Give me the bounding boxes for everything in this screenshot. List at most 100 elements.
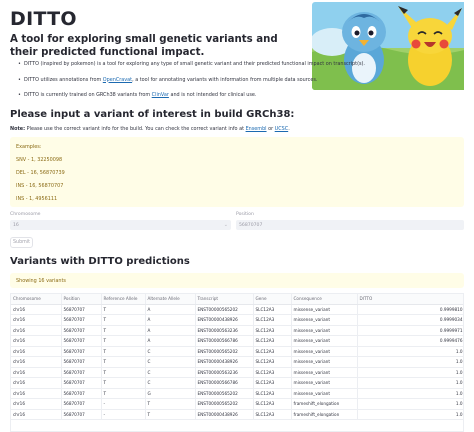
table-cell: ENST00000438926 xyxy=(195,409,254,420)
col-header-transcript[interactable]: Transcript xyxy=(195,294,254,305)
example-ins-2: INS - 1, 4956111 xyxy=(16,196,58,202)
table-cell: frameshift_elongation xyxy=(291,409,358,420)
table-cell: C xyxy=(145,367,196,378)
chromosome-select[interactable]: 16 ⌄ xyxy=(10,220,231,230)
table-cell: chr16 xyxy=(11,367,62,378)
table-cell: 1.0 xyxy=(357,356,463,368)
table-cell: T xyxy=(101,314,146,326)
table-cell: missense_variant xyxy=(291,304,358,315)
position-input[interactable]: 56870707 xyxy=(236,220,464,230)
table-cell: ENST00000566786 xyxy=(195,377,254,389)
input-heading: Please input a variant of interest in bu… xyxy=(10,109,295,120)
table-cell: A xyxy=(145,325,196,336)
position-value: 56870707 xyxy=(239,222,263,228)
table-cell: 1.0 xyxy=(357,398,463,410)
table-row[interactable]: chr16 56870707 T C ENST00000565202 SLC12A3 mis… xyxy=(11,346,463,357)
clinvar-link[interactable]: ClinVar xyxy=(152,92,169,98)
example-ins: INS - 16, 56870707 xyxy=(16,183,64,189)
table-cell: - xyxy=(101,409,146,420)
table-cell: SLC12A3 xyxy=(253,325,292,336)
note-label: Note: xyxy=(10,126,26,132)
table-row[interactable]: chr16 56870707- T ENST00000438926 SLC12A3 fra… xyxy=(11,409,463,420)
table-cell: chr16 xyxy=(11,314,62,326)
col-header-gene[interactable]: Gene xyxy=(253,294,292,305)
col-header-chromosome[interactable]: Chromosome xyxy=(11,294,62,305)
col-header-consequence[interactable]: Consequence xyxy=(291,294,358,305)
table-cell: ENST00000565202 xyxy=(195,398,254,410)
table-cell: ENST00000438926 xyxy=(195,356,254,368)
app-subtitle: A tool for exploring small genetic varia… xyxy=(10,34,278,58)
table-row[interactable]: chr16 56870707 T A ENST00000565202 SLC12A3 mis… xyxy=(11,304,463,315)
intro-bullet-2-tail: , a tool for annotating variants with in… xyxy=(132,76,318,83)
table-cell: T xyxy=(101,367,146,378)
table-cell: 56870707 xyxy=(61,304,102,315)
table-cell: T xyxy=(101,325,146,336)
col-header-position[interactable]: Position xyxy=(61,294,102,305)
table-header-row: Chromosome Position Reference Allele Alt… xyxy=(11,294,463,305)
table-cell: missense_variant xyxy=(291,356,358,368)
table-cell: T xyxy=(101,335,146,347)
table-row[interactable]: chr16 56870707 T A ENST00000566786 SLC12A3 mis… xyxy=(11,335,463,347)
table-cell: C xyxy=(145,377,196,389)
position-label: Position xyxy=(236,212,254,217)
table-cell: 0.9999971 xyxy=(357,325,463,336)
ucsc-link[interactable]: UCSC xyxy=(275,126,289,132)
col-header-ditto[interactable]: DITTO xyxy=(357,294,463,305)
table-cell: missense_variant xyxy=(291,335,358,347)
table-cell: missense_variant xyxy=(291,346,358,357)
table-cell: T xyxy=(101,388,146,399)
table-cell: 1.0 xyxy=(357,377,463,389)
table-cell: chr16 xyxy=(11,325,62,336)
opencravat-link[interactable]: OpenCravat xyxy=(103,77,132,83)
example-snv: SNV - 1, 32250098 xyxy=(16,157,63,163)
table-cell: 56870707 xyxy=(61,314,102,326)
variant-count: Showing 16 variants xyxy=(16,277,66,284)
table-row[interactable]: chr16 56870707 T A ENST00000563236 SLC12A3 mis… xyxy=(11,325,463,336)
table-cell: chr16 xyxy=(11,409,62,420)
note-or: or xyxy=(266,126,275,132)
table-cell: missense_variant xyxy=(291,367,358,378)
table-row[interactable]: chr16 56870707- T ENST00000565202 SLC12A3 fra… xyxy=(11,398,463,410)
table-cell: T xyxy=(101,356,146,368)
table-cell: A xyxy=(145,314,196,326)
col-header-ref[interactable]: Reference Allele xyxy=(101,294,146,305)
table-cell: A xyxy=(145,304,196,315)
table-cell: ENST00000565202 xyxy=(195,346,254,357)
hero-image xyxy=(312,2,464,90)
table-cell: 1.0 xyxy=(357,367,463,378)
results-table[interactable]: Chromosome Position Reference Allele Alt… xyxy=(10,293,464,432)
app-title: DITTO xyxy=(10,8,77,30)
table-cell: A xyxy=(145,335,196,347)
chevron-down-icon: ⌄ xyxy=(223,221,228,228)
table-row[interactable]: chr16 56870707 T C ENST00000566786 SLC12A3 mis… xyxy=(11,377,463,389)
table-row[interactable]: chr16 56870707 T C ENST00000563236 SLC12A3 mis… xyxy=(11,367,463,378)
table-cell: 0.9999810 xyxy=(357,304,463,315)
col-header-alt[interactable]: Alternate Allele xyxy=(145,294,196,305)
table-cell: 56870707 xyxy=(61,377,102,389)
examples-title: Examples: xyxy=(16,144,42,150)
note-end: . xyxy=(288,126,290,132)
table-cell: 56870707 xyxy=(61,346,102,357)
table-row[interactable]: chr16 56870707 T G ENST00000565202 SLC12A3 mis… xyxy=(11,388,463,399)
table-cell: G xyxy=(145,388,196,399)
ensembl-link[interactable]: Ensembl xyxy=(246,126,267,132)
table-row[interactable]: chr16 56870707 T C ENST00000438926 SLC12A3 mis… xyxy=(11,356,463,368)
intro-list: DITTO (inspired by pokemon) is a tool fo… xyxy=(18,61,365,108)
table-cell: 56870707 xyxy=(61,388,102,399)
table-cell: SLC12A3 xyxy=(253,346,292,357)
table-cell: frameshift_elongation xyxy=(291,398,358,410)
intro-bullet-2-text: DITTO utilizes annotations from xyxy=(24,76,103,83)
table-cell: ENST00000566786 xyxy=(195,335,254,347)
examples-box: Examples: SNV - 1, 32250098 DEL - 16, 56… xyxy=(10,137,464,207)
table-cell: SLC12A3 xyxy=(253,398,292,410)
table-row[interactable]: chr16 56870707 T A ENST00000438926 SLC12A3 mis… xyxy=(11,314,463,326)
table-cell: 56870707 xyxy=(61,367,102,378)
submit-button[interactable]: Submit xyxy=(10,237,33,248)
table-cell: SLC12A3 xyxy=(253,335,292,347)
table-cell: SLC12A3 xyxy=(253,377,292,389)
table-cell: chr16 xyxy=(11,346,62,357)
table-cell: 56870707 xyxy=(61,335,102,347)
table-cell: T xyxy=(101,346,146,357)
chromosome-value: 16 xyxy=(13,222,19,228)
table-cell: ENST00000565202 xyxy=(195,304,254,315)
